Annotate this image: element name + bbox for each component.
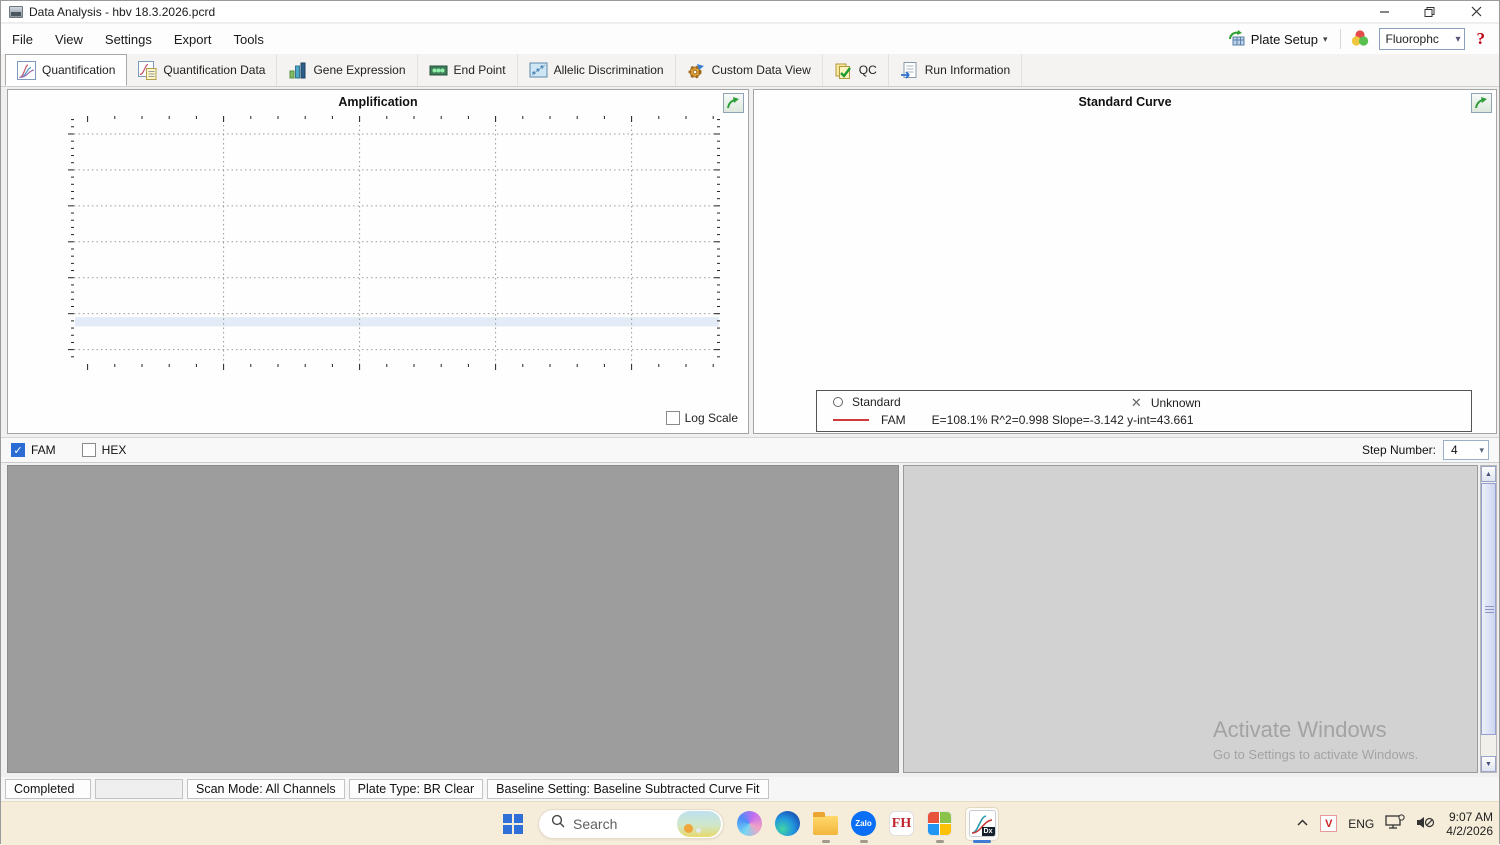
fam-line-swatch	[833, 419, 869, 421]
search-weather-thumbnail	[677, 811, 721, 837]
taskbar: Search Zalo FH Dx V ENG	[1, 801, 1499, 845]
scrollbar-thumb[interactable]	[1481, 483, 1496, 735]
tab-allelic-discrimination[interactable]: Allelic Discrimination	[518, 54, 676, 86]
help-button[interactable]: ?	[1473, 29, 1490, 49]
clock[interactable]: 9:07 AM 4/2/2026	[1446, 810, 1493, 838]
endpoint-icon	[429, 61, 448, 80]
tab-label: QC	[859, 63, 877, 77]
tab-qc[interactable]: QC	[823, 54, 889, 86]
fh-app-icon[interactable]: FH	[889, 804, 914, 844]
language-indicator[interactable]: ENG	[1348, 817, 1374, 831]
minimize-button[interactable]	[1361, 1, 1407, 22]
amplification-panel: Amplification Log Scale	[7, 89, 749, 434]
tab-label: Custom Data View	[712, 63, 811, 77]
qc-icon	[834, 61, 853, 80]
curve-doc-icon	[138, 61, 157, 80]
export-chart-button[interactable]	[723, 93, 744, 113]
maximize-button[interactable]	[1407, 1, 1453, 22]
copilot-icon[interactable]	[737, 804, 762, 844]
gear-icon	[687, 61, 706, 80]
bars-icon	[288, 61, 307, 80]
view-tabs-toolbar: Quantification Quantification Data Gene Ex…	[1, 54, 1499, 87]
hex-checkbox[interactable]	[82, 443, 96, 457]
plate-grid	[7, 465, 899, 773]
progress-segment	[95, 779, 183, 799]
amplification-title: Amplification	[8, 95, 748, 109]
close-button[interactable]	[1453, 1, 1499, 22]
bio-rad-dx-app-icon[interactable]: Dx	[965, 804, 999, 844]
tab-label: Gene Expression	[313, 63, 405, 77]
log-scale-checkbox[interactable]: Log Scale	[666, 411, 738, 425]
zalo-icon[interactable]: Zalo	[851, 804, 876, 844]
tab-label: Quantification	[42, 63, 115, 77]
standard-curve-plot[interactable]	[754, 90, 1496, 390]
runinfo-icon	[900, 61, 919, 80]
title-bar: Data Analysis - hbv 18.3.2026.pcrd	[1, 1, 1499, 23]
search-icon	[551, 814, 565, 833]
tab-run-information[interactable]: Run Information	[889, 54, 1022, 86]
file-explorer-icon[interactable]	[813, 804, 838, 844]
scroll-up-button[interactable]: ▲	[1481, 466, 1496, 482]
tab-label: Quantification Data	[163, 63, 265, 77]
export-chart-button[interactable]	[1471, 93, 1492, 113]
menu-file[interactable]: File	[1, 28, 44, 51]
cast-display-icon[interactable]	[1385, 814, 1405, 833]
menu-settings[interactable]: Settings	[94, 28, 163, 51]
tab-label: End Point	[454, 63, 506, 77]
tab-label: Run Information	[925, 63, 1010, 77]
fit-statistics: E=108.1% R^2=0.998 Slope=-3.142 y-int=43…	[932, 413, 1194, 427]
run-state: Completed	[5, 779, 91, 799]
table-scrollbar[interactable]: ▲ ▼	[1480, 465, 1497, 773]
menu-bar: File View Settings Export Tools Plate Se…	[1, 24, 1499, 54]
fluorophore-wheel-icon	[1349, 28, 1371, 51]
scroll-down-button[interactable]: ▼	[1481, 756, 1496, 772]
chevron-down-icon: ▾	[1323, 34, 1328, 45]
volume-muted-icon[interactable]	[1416, 815, 1435, 833]
chevron-down-icon: ▾	[1455, 34, 1460, 45]
tab-custom-data-view[interactable]: Custom Data View	[676, 54, 823, 86]
unknown-marker-icon: ✕	[1131, 395, 1142, 411]
menu-tools[interactable]: Tools	[222, 28, 274, 51]
bottom-region: ▲ ▼	[1, 465, 1499, 773]
edge-browser-icon[interactable]	[775, 804, 800, 844]
plate-setup-icon	[1227, 29, 1246, 50]
standard-curve-legend: Standard ✕ Unknown FAM E=108.1% R^2=0.99…	[816, 390, 1472, 432]
menu-export[interactable]: Export	[163, 28, 223, 51]
standard-curve-panel: Standard Curve Standard ✕ Unknown FAM E=…	[753, 89, 1497, 434]
fluorophore-filter-bar: ✓ FAM HEX Step Number: 4 ▾	[1, 437, 1499, 463]
unikey-icon[interactable]: V	[1320, 815, 1337, 832]
baseline-setting: Baseline Setting: Baseline Subtracted Cu…	[487, 779, 768, 799]
start-button[interactable]	[501, 804, 525, 844]
standard-marker-icon	[833, 397, 843, 407]
plate-type: Plate Type: BR Clear	[349, 779, 484, 799]
application-window: Data Analysis - hbv 18.3.2026.pcrd File …	[0, 0, 1500, 844]
results-table-region	[903, 465, 1478, 773]
tab-gene-expression[interactable]: Gene Expression	[277, 54, 417, 86]
amplification-plot[interactable]	[8, 90, 748, 435]
status-bar: Completed Scan Mode: All Channels Plate …	[1, 777, 1499, 801]
menu-view[interactable]: View	[44, 28, 94, 51]
search-box[interactable]: Search	[538, 804, 724, 844]
charts-region: Amplification Log Scale Standard Curve S…	[1, 89, 1499, 434]
tab-end-point[interactable]: End Point	[418, 54, 518, 86]
checkbox-icon	[666, 411, 680, 425]
allelic-icon	[529, 61, 548, 80]
photos-app-icon[interactable]	[927, 804, 952, 844]
scan-mode: Scan Mode: All Channels	[187, 779, 345, 799]
standard-curve-title: Standard Curve	[754, 95, 1496, 109]
window-title: Data Analysis - hbv 18.3.2026.pcrd	[29, 5, 215, 19]
fluorophore-select[interactable]: Fluorophc ▾	[1379, 28, 1465, 50]
tab-label: Allelic Discrimination	[554, 63, 664, 77]
curve-box-icon	[17, 61, 36, 80]
fam-checkbox[interactable]: ✓	[11, 443, 25, 457]
app-icon	[9, 6, 23, 18]
chevron-down-icon: ▾	[1479, 445, 1484, 456]
tray-expand-icon[interactable]	[1296, 817, 1309, 831]
tab-quantification-data[interactable]: Quantification Data	[127, 54, 277, 86]
tab-quantification[interactable]: Quantification	[5, 54, 127, 86]
plate-setup-button[interactable]: Plate Setup ▾	[1223, 27, 1332, 52]
step-number-select[interactable]: 4 ▾	[1443, 440, 1489, 460]
